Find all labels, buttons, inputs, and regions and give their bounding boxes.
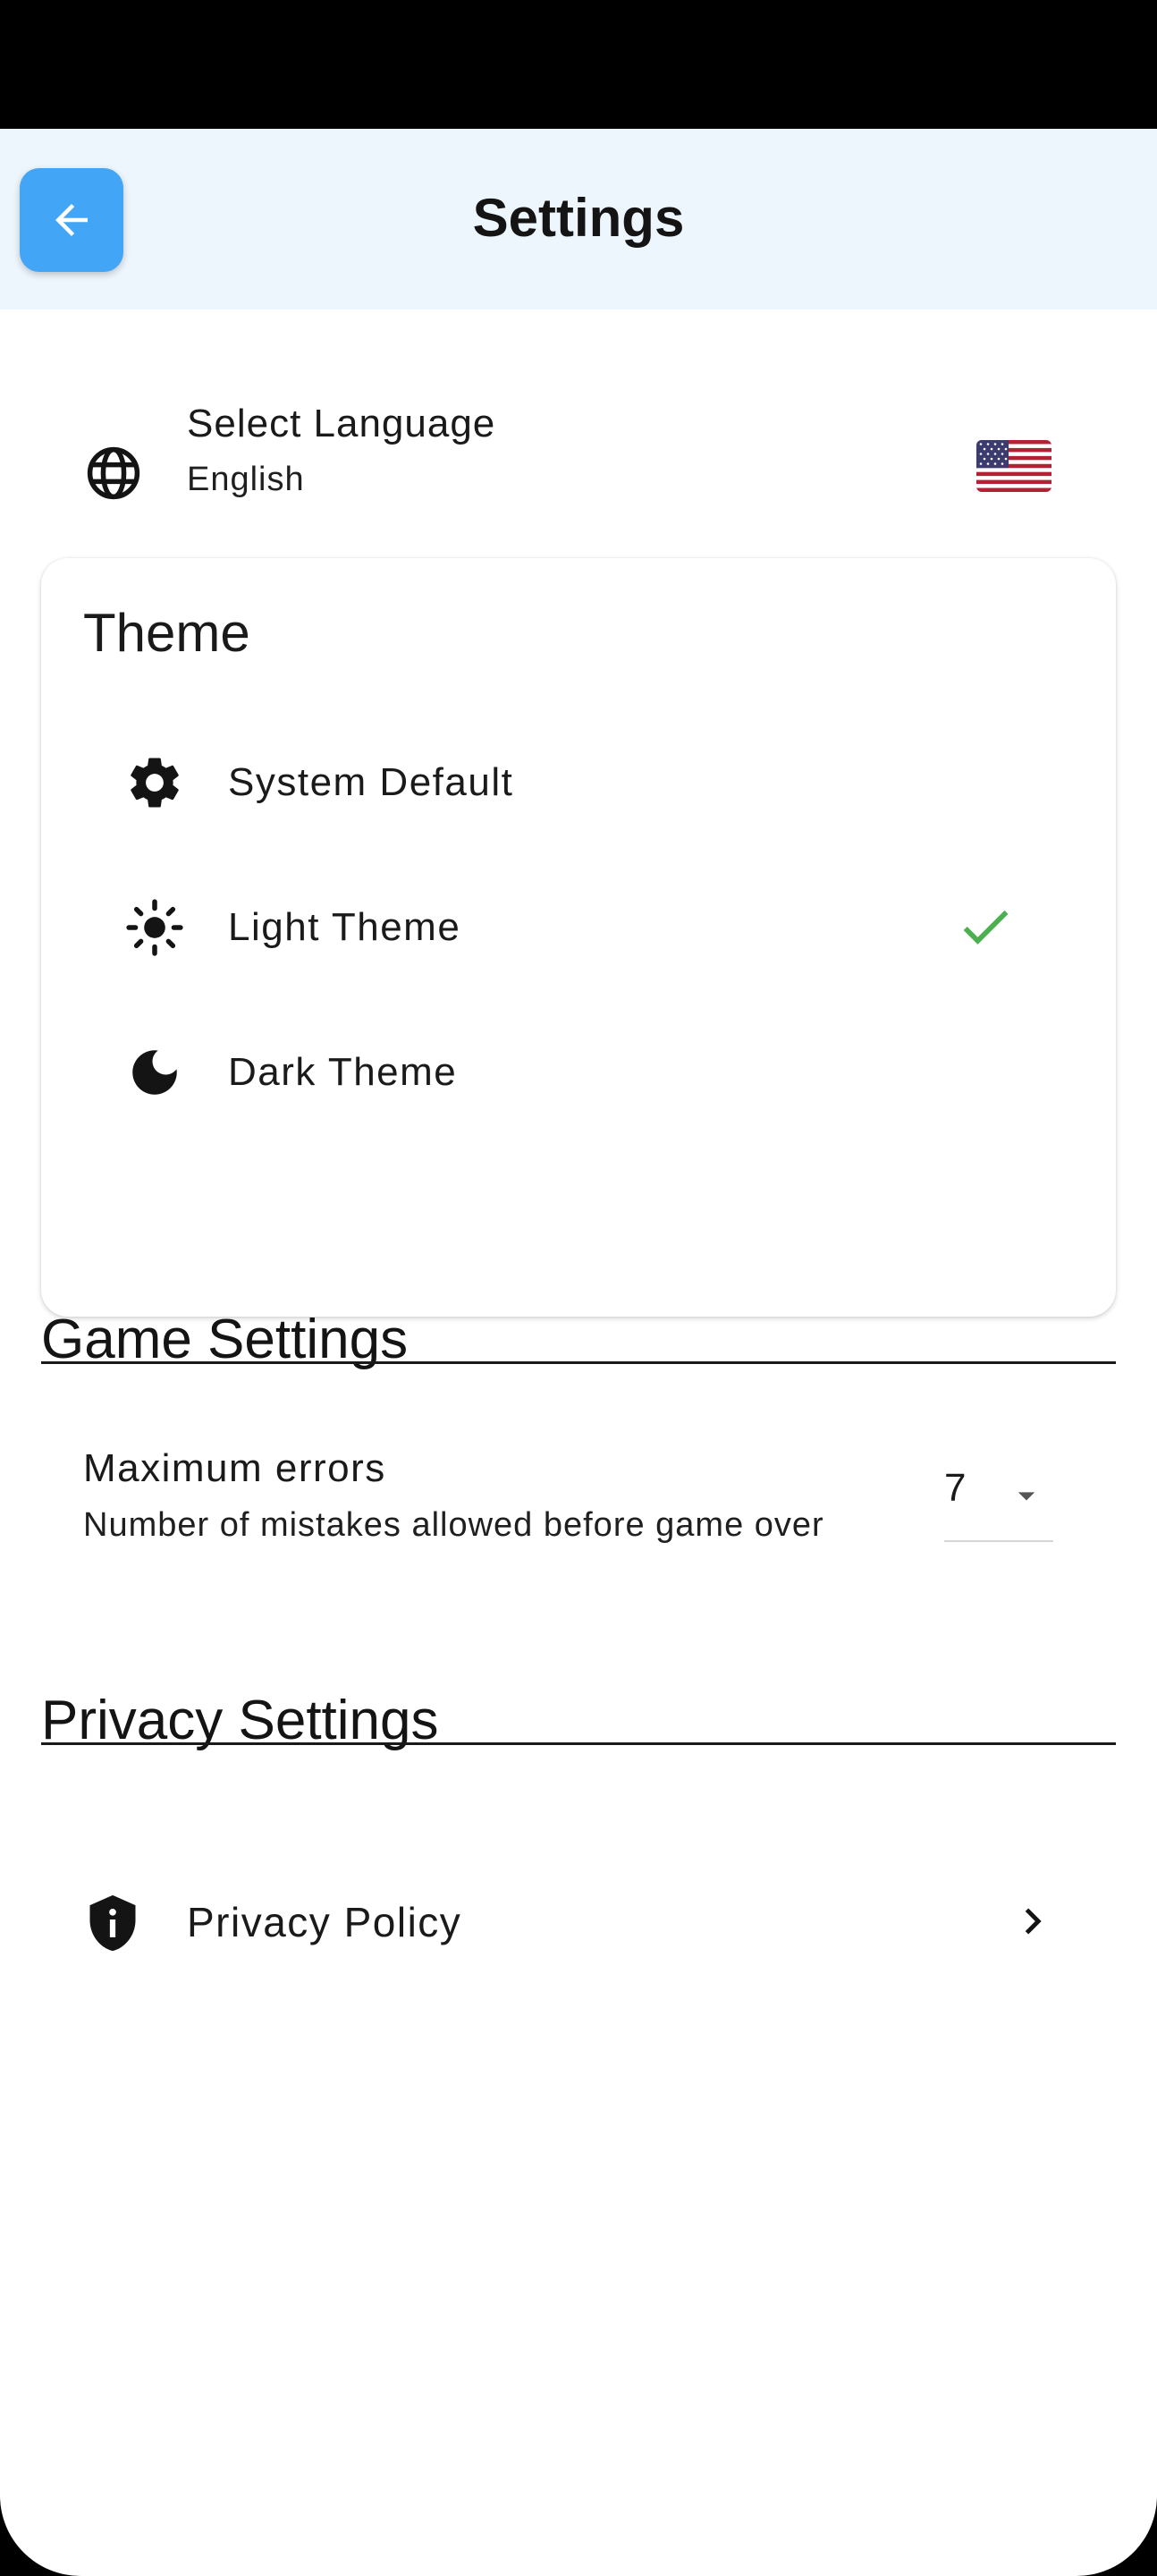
app-bar: Settings [0, 129, 1157, 309]
checkmark-icon [955, 896, 1016, 957]
shield-info-icon [82, 1893, 143, 1953]
theme-card-title: Theme [83, 603, 250, 663]
gear-icon [125, 753, 184, 812]
theme-card: Theme System Default Light Theme Dark Th… [41, 558, 1116, 1317]
page-title: Settings [472, 188, 685, 248]
privacy-settings-heading: Privacy Settings [41, 1690, 439, 1751]
theme-option-label: Dark Theme [228, 1050, 458, 1094]
theme-option-light[interactable]: Light Theme [41, 855, 1116, 1000]
selected-language-value: English [187, 461, 305, 498]
theme-option-dark[interactable]: Dark Theme [41, 1000, 1116, 1145]
moon-icon [125, 1043, 184, 1102]
max-errors-dropdown[interactable]: 7 [944, 1454, 1053, 1542]
privacy-policy-label: Privacy Policy [187, 1899, 462, 1945]
us-flag-icon [976, 440, 1051, 492]
settings-screen: Settings Select Language English Theme S… [0, 129, 1157, 2576]
max-errors-subtitle: Number of mistakes allowed before game o… [83, 1506, 824, 1544]
max-errors-value: 7 [944, 1466, 967, 1510]
select-language-row[interactable]: Select Language English [0, 363, 1157, 542]
theme-option-label: System Default [228, 760, 514, 804]
game-settings-heading: Game Settings [41, 1309, 409, 1370]
max-errors-title: Maximum errors [83, 1446, 386, 1490]
theme-option-label: Light Theme [228, 905, 461, 949]
select-language-title: Select Language [187, 402, 496, 445]
privacy-policy-row[interactable]: Privacy Policy [0, 1855, 1157, 1989]
sun-icon [125, 898, 184, 957]
game-settings-divider [41, 1361, 1116, 1364]
chevron-right-icon [1007, 1895, 1059, 1947]
theme-option-system-default[interactable]: System Default [41, 710, 1116, 855]
privacy-settings-divider [41, 1742, 1116, 1745]
globe-icon [84, 444, 143, 503]
caret-down-icon [1007, 1476, 1046, 1520]
